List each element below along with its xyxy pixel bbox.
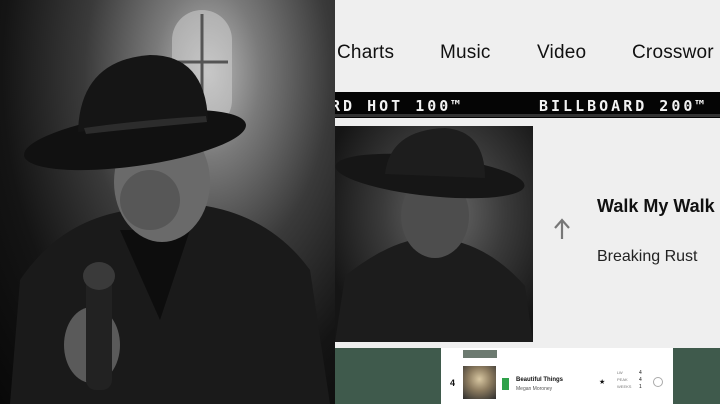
arrow-up-icon <box>554 218 570 239</box>
chart-list-section: 4 Beautiful Things Megan Moroney ★ LW 4 … <box>335 348 720 404</box>
artist-photo <box>0 0 335 404</box>
song-title[interactable]: Walk My Walk <box>597 194 719 219</box>
stat-value-peak: 4 <box>639 377 642 383</box>
row-artwork[interactable] <box>463 366 496 399</box>
ticker-divider <box>335 114 720 117</box>
stat-value-weeks: 1 <box>639 384 642 390</box>
song-artwork-illustration <box>335 128 533 342</box>
cowboy-portrait-illustration <box>10 10 330 404</box>
song-artwork[interactable] <box>335 126 533 342</box>
nav-item-charts[interactable]: Charts <box>337 42 394 64</box>
stat-label-peak: PEAK <box>617 377 628 382</box>
stat-label-weeks: WEEKS <box>617 384 632 389</box>
billboard-page: Charts Music Video Crosswor RD HOT 100™ … <box>335 0 720 404</box>
nav-item-music[interactable]: Music <box>440 42 491 64</box>
stat-value-lw: 4 <box>639 370 642 376</box>
new-badge-icon <box>502 378 509 390</box>
row-title[interactable]: Beautiful Things <box>516 377 563 383</box>
chart-ticker: RD HOT 100™ BILLBOARD 200™ <box>335 92 720 118</box>
chart-row[interactable]: 4 Beautiful Things Megan Moroney ★ LW 4 … <box>441 364 673 404</box>
song-artist[interactable]: Breaking Rust <box>597 248 698 266</box>
row-rank: 4 <box>450 378 456 388</box>
ticker-billboard-200[interactable]: BILLBOARD 200™ <box>539 97 707 115</box>
star-icon: ★ <box>599 379 606 386</box>
stat-label-lw: LW <box>617 370 623 375</box>
side-panel <box>677 348 720 404</box>
expand-icon[interactable] <box>653 377 663 387</box>
nav-item-video[interactable]: Video <box>537 42 586 64</box>
chart-list-card: 4 Beautiful Things Megan Moroney ★ LW 4 … <box>441 348 673 404</box>
ticker-hot-100[interactable]: RD HOT 100™ <box>335 97 463 115</box>
previous-row-thumbnail <box>463 350 497 358</box>
featured-song-card[interactable]: Walk My Walk Breaking Rust <box>335 118 720 348</box>
row-artist[interactable]: Megan Moroney <box>516 386 552 392</box>
nav-item-crossword[interactable]: Crosswor <box>632 42 714 64</box>
top-nav: Charts Music Video Crosswor <box>335 0 720 92</box>
